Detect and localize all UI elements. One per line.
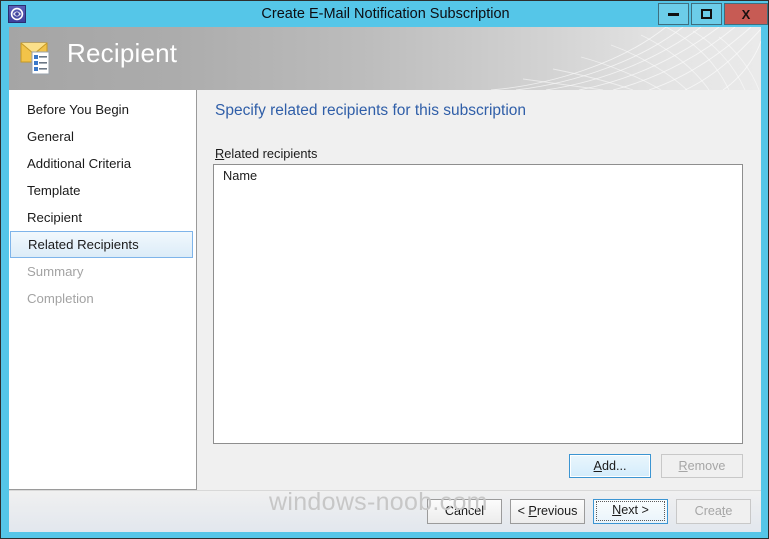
sidebar-item-template[interactable]: Template	[9, 177, 196, 204]
wizard-footer: Cancel < Previous Next > Create	[9, 490, 761, 532]
sidebar-item-recipient[interactable]: Recipient	[9, 204, 196, 231]
minimize-icon	[668, 12, 679, 16]
list-action-buttons: Add... Remove	[213, 454, 743, 478]
maximize-button[interactable]	[691, 3, 722, 25]
create-email-notification-subscription-window: Create E-Mail Notification Subscription …	[0, 0, 769, 539]
accelerator-letter: A	[593, 459, 602, 473]
sidebar-item-general[interactable]: General	[9, 123, 196, 150]
accelerator-letter: P	[528, 504, 537, 518]
wizard-body: Before You Begin General Additional Crit…	[9, 90, 761, 532]
sidebar-item-before-you-begin[interactable]: Before You Begin	[9, 96, 196, 123]
page-title: Specify related recipients for this subs…	[215, 102, 527, 119]
create-button: Create	[676, 499, 751, 524]
wizard-navigation-buttons: Cancel < Previous Next > Create	[427, 499, 751, 524]
banner-title: Recipient	[67, 38, 178, 68]
accelerator-letter: R	[215, 146, 225, 161]
button-label-pre: Crea	[694, 504, 722, 518]
next-button[interactable]: Next >	[593, 499, 668, 524]
accelerator-letter: R	[678, 459, 688, 473]
banner-mesh-decoration	[490, 27, 761, 90]
related-recipients-listview[interactable]: Name	[213, 164, 743, 444]
button-label-rest: dd...	[601, 459, 627, 473]
related-recipients-label: Related recipients	[215, 146, 317, 161]
sidebar-item-related-recipients[interactable]: Related Recipients	[10, 231, 193, 258]
wizard-content-pane: Specify related recipients for this subs…	[197, 90, 761, 490]
button-label-rest: ext >	[621, 503, 649, 517]
wizard-step-list: Before You Begin General Additional Crit…	[9, 90, 196, 312]
prev-arrow: <	[517, 504, 529, 518]
wizard-banner: Recipient	[9, 27, 761, 90]
previous-button[interactable]: < Previous	[510, 499, 585, 524]
email-checklist-icon	[20, 42, 50, 75]
sidebar-item-additional-criteria[interactable]: Additional Criteria	[9, 150, 196, 177]
remove-button: Remove	[661, 454, 743, 478]
close-button[interactable]: X	[724, 3, 768, 25]
accelerator-letter: N	[612, 503, 622, 517]
button-label-rest: e	[725, 504, 733, 518]
maximize-icon	[701, 9, 712, 19]
cancel-button[interactable]: Cancel	[427, 499, 502, 524]
window-title: Create E-Mail Notification Subscription	[261, 6, 510, 22]
add-button[interactable]: Add...	[569, 454, 651, 478]
column-header-name[interactable]: Name	[214, 165, 742, 187]
title-bar: Create E-Mail Notification Subscription …	[1, 1, 768, 27]
sidebar-item-completion: Completion	[27, 291, 94, 306]
minimize-button[interactable]	[658, 3, 689, 25]
window-controls: X	[656, 3, 768, 25]
sidebar-item-summary: Summary	[27, 264, 84, 279]
focus-rect: Next >	[596, 501, 665, 521]
wizard-step-sidebar: Before You Begin General Additional Crit…	[9, 90, 197, 490]
button-label-rest: emove	[687, 459, 726, 473]
label-rest: elated recipients	[224, 146, 318, 161]
button-label-rest: revious	[536, 504, 578, 518]
